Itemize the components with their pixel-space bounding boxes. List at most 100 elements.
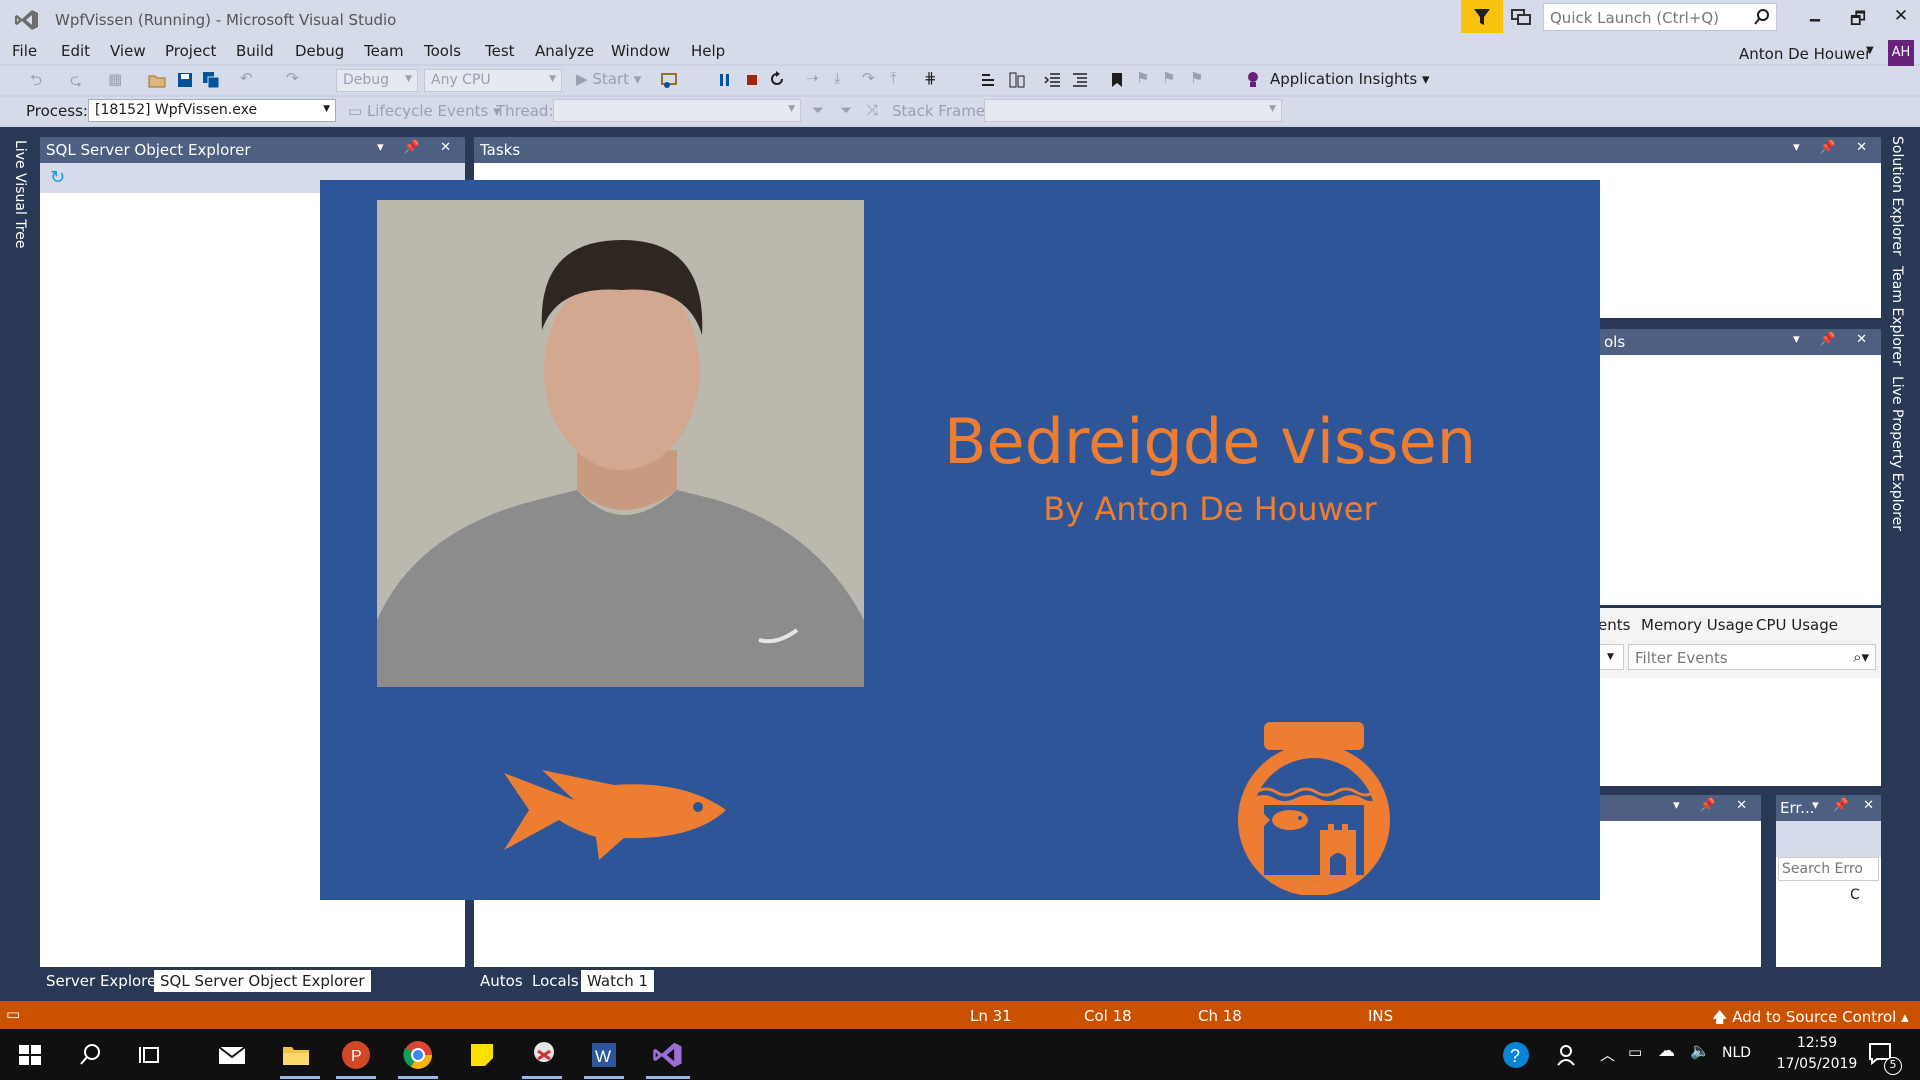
menu-build[interactable]: Build [236,42,274,60]
tab-memory-usage[interactable]: Memory Usage [1641,616,1754,634]
previous-bookmark-icon[interactable]: ⚑ [1136,69,1149,87]
tab-autos[interactable]: Autos [474,970,529,992]
step-into-icon[interactable]: ⤓ [834,69,841,87]
input-language[interactable]: NLD [1722,1045,1751,1061]
fishbowl-icon[interactable] [1224,720,1404,896]
panel-controls[interactable]: ▾ 📌 ✕ [377,140,459,155]
panel-controls[interactable]: ▾ 📌 ✕ [1793,140,1875,155]
process-select[interactable]: [18152] WpfVissen.exe ▼ [88,99,336,122]
show-threads-icon[interactable] [661,71,679,89]
lightbulb-icon[interactable] [1244,70,1262,88]
quick-launch-input[interactable]: Quick Launch (Ctrl+Q) [1543,3,1777,31]
comment-icon[interactable] [1071,71,1089,89]
search-errors-input[interactable]: Search Erro [1778,857,1879,881]
side-tab-solution-explorer[interactable]: Solution Explorer [1889,136,1905,256]
step-over-icon[interactable]: ↷ [862,69,875,87]
battery-icon[interactable]: ▭ [1628,1043,1642,1061]
chevron-down-icon[interactable]: ▼ [1866,45,1874,56]
save-icon[interactable] [176,71,194,89]
thread-select[interactable]: ▼ [553,99,801,122]
file-explorer-icon[interactable] [280,1039,312,1071]
search-icon[interactable]: ⌕▾ [1853,648,1869,666]
menu-file[interactable]: File [12,42,37,60]
filter-events-input[interactable]: Filter Events ⌕▾ [1628,644,1876,670]
close-button[interactable]: ✕ [1886,6,1916,30]
tab-server-explorer[interactable]: Server Explorer [40,970,168,992]
snipping-tool-icon[interactable] [528,1039,560,1071]
powerpoint-icon[interactable]: P [340,1039,372,1071]
redo-icon[interactable]: ↷ [286,69,299,87]
feedback-icon[interactable] [1510,6,1532,28]
account-name[interactable]: Anton De Houwer [1739,45,1871,63]
new-project-icon[interactable]: ▦ [108,70,122,88]
stack-frame-select[interactable]: ▼ [984,99,1282,122]
visual-studio-icon[interactable] [652,1039,684,1071]
tab-watch-1[interactable]: Watch 1 [581,970,655,992]
menu-edit[interactable]: Edit [61,42,90,60]
flag-threads-icon[interactable]: ⤨ [866,101,878,119]
tab-cpu-usage[interactable]: CPU Usage [1756,616,1838,634]
open-file-icon[interactable] [148,71,166,89]
panel-controls[interactable]: ▾ 📌 ✕ [1673,798,1755,813]
indent-icon[interactable] [1044,71,1062,89]
task-view-icon[interactable] [134,1039,166,1071]
word-icon[interactable]: W [588,1039,620,1071]
menu-test[interactable]: Test [485,42,515,60]
tab-events[interactable]: ents [1598,616,1630,634]
bookmark-icon[interactable] [1108,71,1126,89]
error-column-header[interactable]: C [1850,887,1860,903]
tab-sql-server-object-explorer[interactable]: SQL Server Object Explorer [154,970,371,992]
minimize-button[interactable]: 🗕 [1800,6,1830,30]
filter-clear-icon[interactable]: ⏷ [840,101,852,119]
side-tab-live-property-explorer[interactable]: Live Property Explorer [1889,376,1905,531]
start-button[interactable]: ▶ Start ▾ [576,70,641,88]
menu-view[interactable]: View [110,42,146,60]
restore-button[interactable]: 🗗 [1843,6,1873,30]
save-all-icon[interactable] [202,71,220,89]
onedrive-icon[interactable]: ☁ [1658,1041,1675,1061]
show-next-statement-icon[interactable]: ➝ [806,69,819,87]
lifecycle-events-button[interactable]: ▭ Lifecycle Events ▾ [348,102,501,120]
panel-controls[interactable]: ▾ 📌 ✕ [1812,798,1879,813]
breakpoint-window-icon[interactable] [980,71,998,89]
navigate-forward-icon[interactable]: ⮎ [70,70,82,95]
chevron-up-icon[interactable]: ︿ [1600,1044,1615,1065]
restart-icon[interactable] [768,70,786,88]
avatar[interactable]: AH [1888,40,1914,66]
menu-tools[interactable]: Tools [424,42,461,60]
undo-icon[interactable]: ↶ [240,69,253,87]
mail-icon[interactable] [216,1039,248,1071]
help-icon[interactable]: ? [1500,1039,1532,1071]
events-filter-dropdown[interactable]: ▼ [1598,644,1624,670]
chrome-icon[interactable] [402,1039,434,1071]
menu-team[interactable]: Team [364,42,404,60]
sticky-notes-icon[interactable] [466,1039,498,1071]
application-insights-button[interactable]: Application Insights ▾ [1270,70,1430,88]
fish-icon[interactable] [504,755,730,865]
menu-analyze[interactable]: Analyze [535,42,594,60]
menu-window[interactable]: Window [611,42,670,60]
solution-configuration-select[interactable]: Debug ▼ [336,69,418,92]
toggle-view-icon[interactable] [1008,71,1026,89]
search-icon[interactable] [1754,8,1770,30]
windows-start-icon[interactable] [14,1039,46,1071]
status-output-icon[interactable]: ▭ [6,1005,20,1023]
clock-time[interactable]: 12:59 [1772,1035,1862,1051]
people-icon[interactable] [1552,1039,1584,1071]
notification-filter-button[interactable] [1461,0,1503,33]
refresh-icon[interactable]: ↻ [50,167,65,188]
panel-controls[interactable]: ▾ 📌 ✕ [1793,332,1875,347]
step-out-icon[interactable]: ⤒ [890,69,897,87]
clock-date[interactable]: 17/05/2019 [1772,1056,1862,1072]
filter-icon[interactable]: ⏷ [812,101,824,119]
search-icon[interactable] [74,1039,106,1071]
solution-platform-select[interactable]: Any CPU ▼ [424,69,562,92]
next-bookmark-icon[interactable]: ⚑ [1162,69,1175,87]
volume-icon[interactable]: 🔈 [1690,1041,1710,1060]
tab-locals[interactable]: Locals [526,970,585,992]
pause-icon[interactable] [716,71,734,89]
menu-project[interactable]: Project [165,42,216,60]
side-tab-team-explorer[interactable]: Team Explorer [1889,266,1905,366]
stop-icon[interactable] [743,71,761,89]
navigate-back-icon[interactable]: ⮌ [30,70,42,95]
